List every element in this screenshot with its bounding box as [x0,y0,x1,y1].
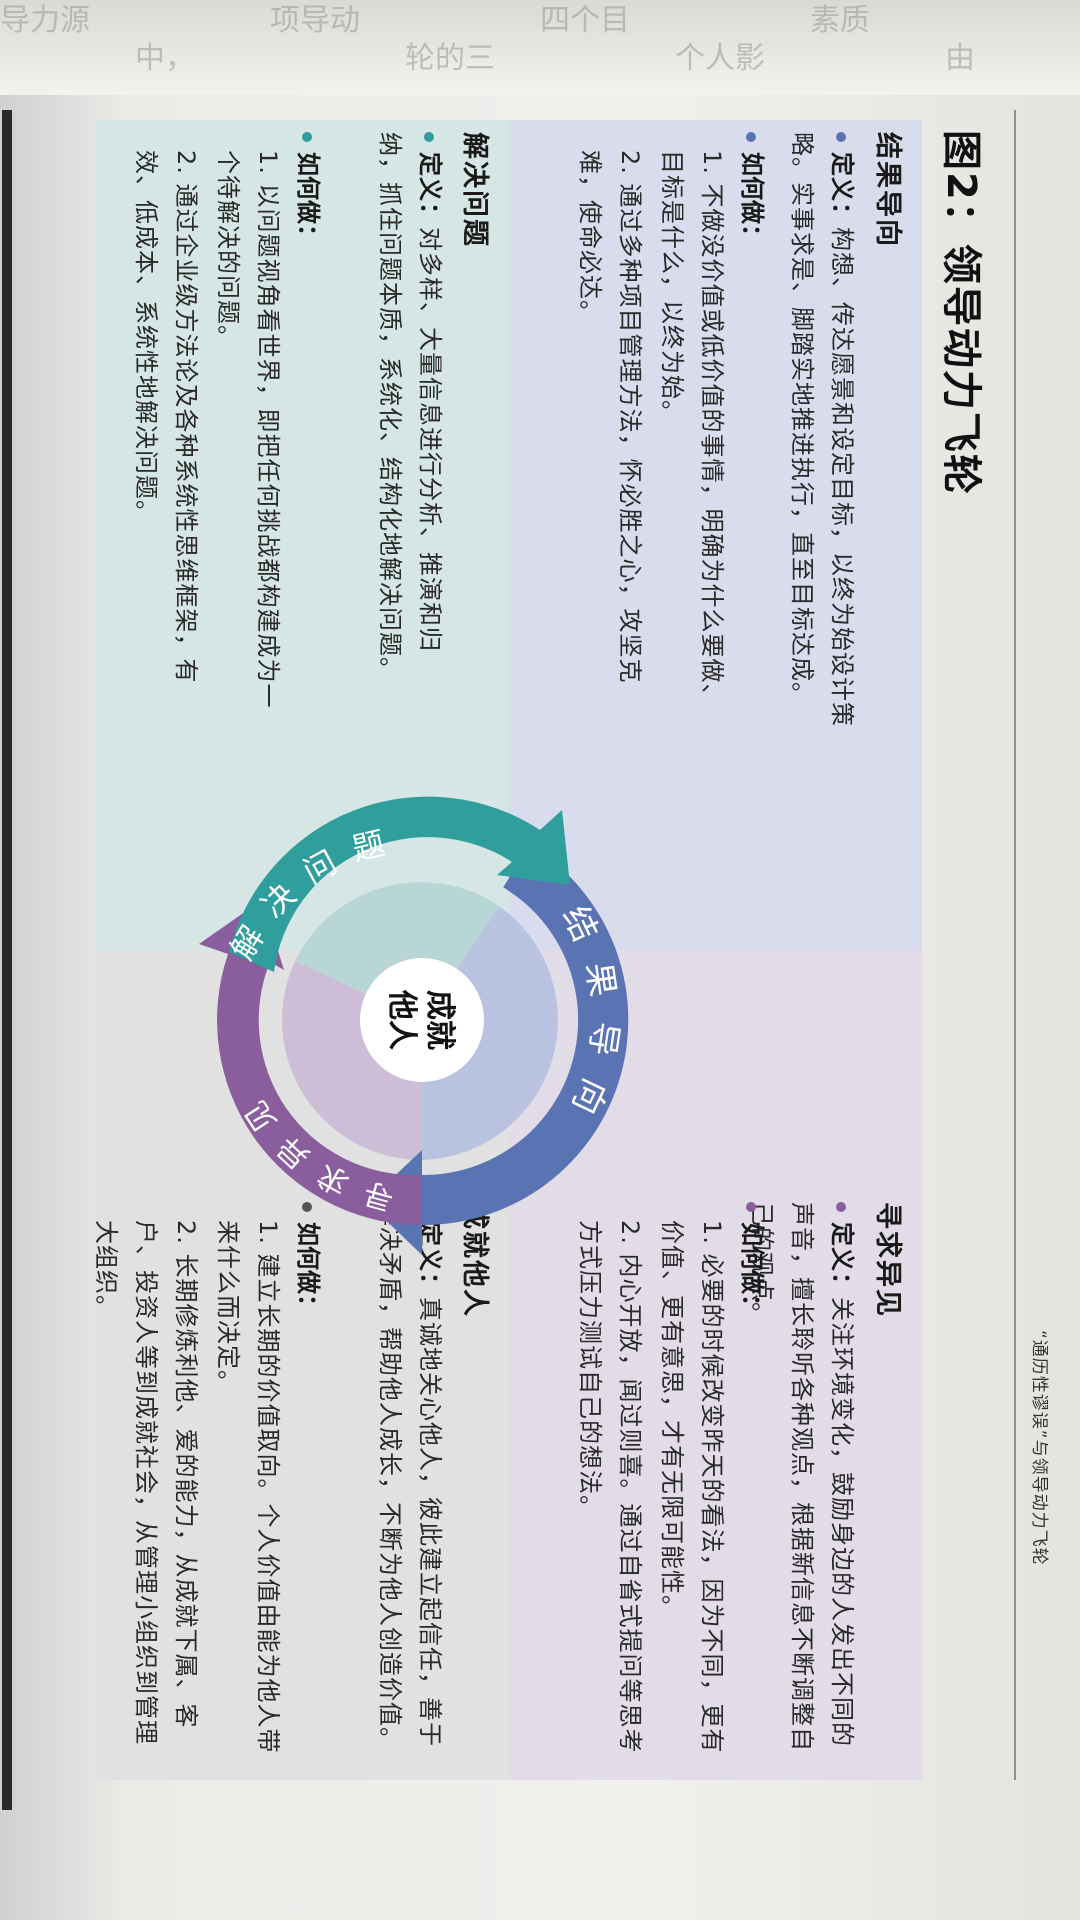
solve-how-label: 如何做： [293,132,328,248]
definition-label: 定义： [416,152,444,227]
center-label-line2: 他人 [384,989,419,1050]
bullet-icon [746,1202,756,1212]
results-title: 结果导向 [872,132,903,248]
photo-background: 导力源 中， 项导动 轮的三 四个目 个人影 素质由 “通历性谬误”与领导动力飞轮 图2：领… [0,0,1080,1920]
others-step-2: 2. 长期修炼利他、爱的能力，从成就下属、客户、投资人等到成就社会，从管理小组织… [92,1220,200,1745]
how-label-text: 如何做： [294,152,322,248]
insight-step-1: 1. 必要的时候改变昨天的看法，因为不同，更有价值、更有意思，才有无限可能性。 [658,1220,726,1754]
header-rule [1014,110,1016,1780]
insight-how-label: 如何做： [737,1202,772,1318]
bullet-icon [836,132,846,142]
leadership-flywheel: 成就 他人 结果导向 寻求异见 解决问题 [199,796,629,1255]
figure-panel: 结果导向 定义：构想、传达愿景和设定目标，以终为始设计策略。实事求是、脚踏实地推… [92,120,922,1780]
solve-step-1: 1. 以问题视角看世界，即把任何挑战都构建成为一个待解决的问题。 [214,150,282,709]
center-label-line1: 成就 [422,990,457,1050]
solve-step-2: 2. 通过企业级方法论及各种系统性思维框架，有效、低成本、系统性地解决问题。 [132,150,200,684]
results-step-2: 2. 通过多种项目管理方法，怀必胜之心，攻坚克难，使命必达。 [576,150,644,684]
bullet-icon [836,1202,846,1212]
bullet-icon [424,132,434,142]
results-definition: 定义：构想、传达愿景和设定目标，以终为始设计策略。实事求是、脚踏实地推进执行，直… [782,132,862,732]
figure-title: 图2：领导动力飞轮 [938,130,984,496]
how-label-text: 如何做： [738,1222,766,1318]
definition-label: 定义： [828,1222,856,1297]
results-how-label: 如何做： [737,132,772,248]
solve-definition: 定义：对多样、大量信息进行分析、推演和归纳，抓住问题本质，系统化、结构化地解决问… [370,132,450,692]
definition-label: 定义： [828,152,856,227]
how-label-text: 如何做： [738,152,766,248]
book-page: “通历性谬误”与领导动力飞轮 图2：领导动力飞轮 结果导向 定义：构想、传达愿景… [0,0,1080,1920]
insight-step-2: 2. 内心开放，闻过则喜。通过自省式提问等思考方式压力测试自己的想法。 [576,1220,644,1754]
rotated-page: “通历性谬误”与领导动力飞轮 图2：领导动力飞轮 结果导向 定义：构想、传达愿景… [0,0,1080,1920]
bullet-icon [302,132,312,142]
results-step-1: 1. 不做没价值或低价值的事情，明确为什么要做、目标是什么，以终为始。 [658,150,726,709]
page-bottom-rule [2,110,12,1810]
bullet-icon [746,132,756,142]
others-step-1: 1. 建立长期的价值取向。个人价值由能为他人带来什么而决定。 [214,1220,282,1754]
insight-title: 寻求异见 [872,1202,903,1318]
solve-title: 解决问题 [459,132,490,248]
running-header: “通历性谬误”与领导动力飞轮 [1029,1330,1049,1566]
